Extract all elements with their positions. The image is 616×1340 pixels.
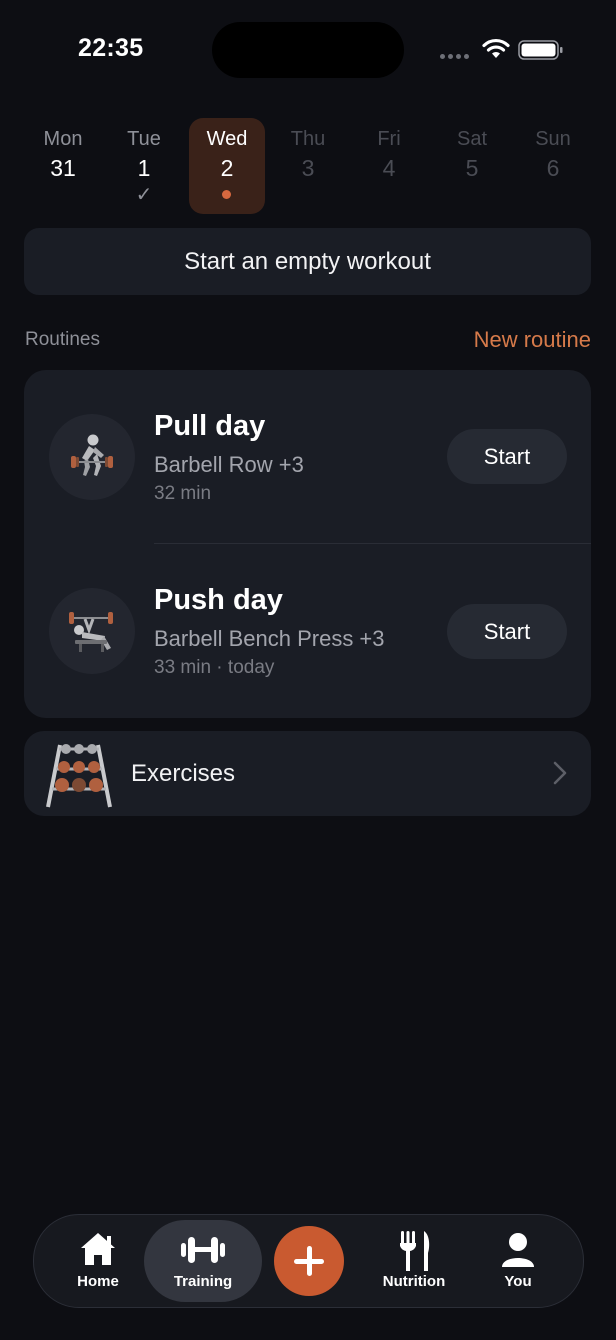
- routines-card: Pull day Barbell Row +3 32 min Start Pus…: [24, 370, 591, 718]
- day-number: 1: [137, 155, 151, 181]
- dynamic-island: [212, 22, 404, 78]
- tab-label: Nutrition: [382, 1273, 446, 1290]
- plus-icon: [294, 1246, 324, 1276]
- start-push-day-button[interactable]: Start: [447, 604, 567, 659]
- exercises-row[interactable]: Exercises: [24, 731, 591, 816]
- day-sat[interactable]: Sat 5: [434, 118, 510, 214]
- start-empty-workout-button[interactable]: Start an empty workout: [24, 228, 591, 295]
- training-screen: 22:35 Mon 31 Tue 1 ✓ Wed 2 Thu 3 Fri 4 S…: [0, 0, 616, 1340]
- routine-title: Pull day: [154, 410, 266, 442]
- day-tue[interactable]: Tue 1 ✓: [106, 118, 182, 214]
- day-number: 6: [546, 155, 560, 181]
- tab-training[interactable]: Training: [144, 1215, 262, 1307]
- cellular-signal-icon: [440, 54, 472, 60]
- day-number: 3: [301, 155, 315, 181]
- routine-exercises: Barbell Row +3: [154, 452, 304, 477]
- barbell-row-icon: [49, 414, 135, 500]
- week-strip: Mon 31 Tue 1 ✓ Wed 2 Thu 3 Fri 4 Sat 5 S…: [24, 118, 592, 214]
- day-name: Thu: [290, 128, 326, 150]
- day-sun[interactable]: Sun 6: [515, 118, 591, 214]
- tab-label: Training: [173, 1273, 233, 1290]
- day-name: Sat: [456, 128, 488, 150]
- add-button[interactable]: [274, 1226, 344, 1296]
- tab-home[interactable]: Home: [48, 1215, 148, 1307]
- day-name: Mon: [43, 128, 83, 150]
- new-routine-link[interactable]: New routine: [474, 327, 591, 353]
- routines-heading: Routines: [25, 329, 100, 350]
- start-pull-day-button[interactable]: Start: [447, 429, 567, 484]
- day-fri[interactable]: Fri 4: [351, 118, 427, 214]
- routine-duration: 32 min: [154, 483, 212, 504]
- completed-check-icon: ✓: [135, 184, 153, 206]
- exercises-label: Exercises: [131, 760, 236, 787]
- day-name: Tue: [127, 128, 161, 150]
- day-number: 31: [50, 155, 76, 181]
- day-number: 2: [220, 155, 234, 181]
- person-icon: [502, 1233, 534, 1267]
- battery-icon: [518, 40, 563, 60]
- routine-row-pull-day[interactable]: Pull day Barbell Row +3 32 min Start: [24, 370, 591, 544]
- day-wed-selected[interactable]: Wed 2: [189, 118, 265, 214]
- day-mon[interactable]: Mon 31: [25, 118, 101, 214]
- day-number: 5: [465, 155, 479, 181]
- dumbbell-rack-icon: [46, 744, 112, 808]
- tab-label: Home: [77, 1273, 119, 1290]
- day-number: 4: [382, 155, 396, 181]
- today-dot: [222, 190, 231, 199]
- bench-press-icon: [49, 588, 135, 674]
- tab-you[interactable]: You: [468, 1215, 568, 1307]
- dumbbell-icon: [181, 1237, 225, 1263]
- routine-row-push-day[interactable]: Push day Barbell Bench Press +3 33 min ·…: [24, 544, 591, 718]
- fork-knife-icon: [400, 1231, 430, 1271]
- day-thu[interactable]: Thu 3: [270, 118, 346, 214]
- tab-bar: Home Training Nutrition You: [33, 1214, 584, 1308]
- wifi-icon: [482, 38, 510, 58]
- day-name: Wed: [206, 128, 248, 150]
- routine-exercises: Barbell Bench Press +3: [154, 626, 385, 651]
- tab-nutrition[interactable]: Nutrition: [364, 1215, 464, 1307]
- chevron-right-icon: [553, 761, 567, 785]
- routine-duration: 33 min · today: [154, 657, 275, 678]
- day-name: Fri: [377, 128, 401, 150]
- status-time: 22:35: [78, 34, 144, 62]
- day-name: Sun: [535, 128, 571, 150]
- tab-label: You: [504, 1273, 532, 1290]
- routine-title: Push day: [154, 584, 283, 616]
- home-icon: [81, 1233, 115, 1265]
